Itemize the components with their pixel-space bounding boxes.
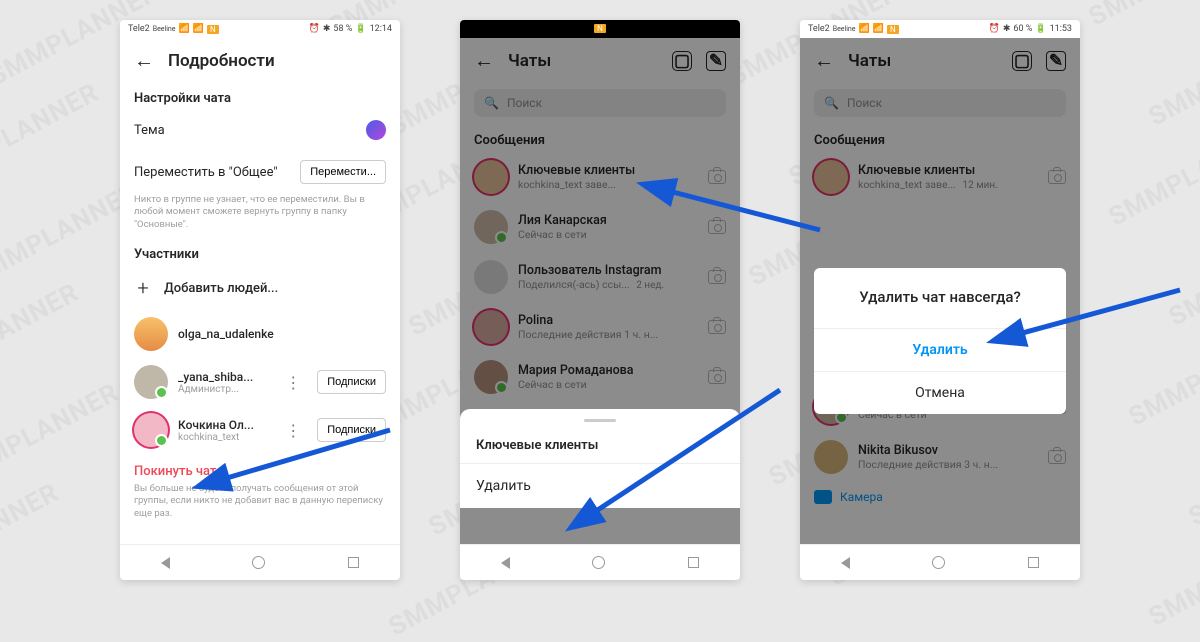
leave-chat-button[interactable]: Покинуть чат xyxy=(120,454,400,483)
nav-home-icon[interactable] xyxy=(932,556,945,569)
battery-label: 58 % xyxy=(333,24,352,34)
nav-home-icon[interactable] xyxy=(252,556,265,569)
bluetooth-icon: ✱ xyxy=(323,24,331,34)
plus-icon: + xyxy=(134,276,152,300)
status-bar: Tele2 Beeline 📶 📶 N ⏰ ✱ 58 % 🔋 12:14 xyxy=(120,20,400,38)
section-members: Участники xyxy=(120,239,400,266)
sim-badge: N xyxy=(887,25,899,34)
subscribe-button[interactable]: Подписки xyxy=(317,418,386,442)
avatar xyxy=(134,365,168,399)
clock-label: 12:14 xyxy=(370,24,392,34)
nav-recent-icon[interactable] xyxy=(1028,557,1039,568)
signal-icon: 📶 xyxy=(859,24,870,34)
phone-details: Tele2 Beeline 📶 📶 N ⏰ ✱ 58 % 🔋 12:14 ← П… xyxy=(120,20,400,580)
nav-recent-icon[interactable] xyxy=(348,557,359,568)
status-bar: N xyxy=(460,20,740,38)
carrier-label: Tele2 xyxy=(128,24,150,34)
member-row[interactable]: Кочкина Ол... kochkina_text ⋮ Подписки xyxy=(120,406,400,454)
avatar xyxy=(134,317,168,351)
sheet-title: Ключевые клиенты xyxy=(460,432,740,464)
move-button[interactable]: Перемести... xyxy=(300,160,386,184)
nav-recent-icon[interactable] xyxy=(688,557,699,568)
wifi-icon: 📶 xyxy=(193,24,204,34)
member-row[interactable]: _yana_shiba... Администр... ⋮ Подписки xyxy=(120,358,400,406)
sheet-delete-option[interactable]: Удалить xyxy=(460,464,740,508)
theme-color-icon xyxy=(366,120,386,140)
dialog-delete-button[interactable]: Удалить xyxy=(814,328,1066,371)
dialog-cancel-button[interactable]: Отмена xyxy=(814,371,1066,414)
more-icon[interactable]: ⋮ xyxy=(279,373,307,392)
battery-icon: 🔋 xyxy=(355,24,366,34)
move-help-text: Никто в группе не узнает, что ее перемес… xyxy=(120,194,400,239)
subscribe-button[interactable]: Подписки xyxy=(317,370,386,394)
sim-badge: N xyxy=(207,25,219,34)
page-title: Подробности xyxy=(168,51,275,71)
section-chat-settings: Настройки чата xyxy=(120,83,400,110)
phone-chats-sheet: N ← Чаты ▢ ✎ 🔍 Поиск Сообщения Ключевые … xyxy=(460,20,740,580)
battery-icon: 🔋 xyxy=(1035,24,1046,34)
alarm-icon: ⏰ xyxy=(309,24,320,34)
leave-help-text: Вы больше не будете получать сообщения о… xyxy=(120,483,400,528)
avatar xyxy=(134,413,168,447)
wifi-icon: 📶 xyxy=(873,24,884,34)
nav-back-icon[interactable] xyxy=(501,557,510,569)
sim-badge: N xyxy=(594,24,606,33)
alarm-icon: ⏰ xyxy=(989,24,1000,34)
bottom-sheet: Ключевые клиенты Удалить xyxy=(460,409,740,508)
nav-back-icon[interactable] xyxy=(841,557,850,569)
add-people-row[interactable]: + Добавить людей... xyxy=(120,266,400,310)
confirm-dialog: Удалить чат навсегда? Удалить Отмена xyxy=(814,268,1066,414)
sheet-handle[interactable] xyxy=(584,419,616,422)
dialog-title: Удалить чат навсегда? xyxy=(814,268,1066,328)
nav-back-icon[interactable] xyxy=(161,557,170,569)
more-icon[interactable]: ⋮ xyxy=(279,421,307,440)
android-navbar xyxy=(460,544,740,580)
member-row[interactable]: olga_na_udalenke xyxy=(120,310,400,358)
android-navbar xyxy=(800,544,1080,580)
nav-home-icon[interactable] xyxy=(592,556,605,569)
theme-row[interactable]: Тема xyxy=(120,110,400,150)
signal-icon: 📶 xyxy=(179,24,190,34)
move-row: Переместить в "Общее" Перемести... xyxy=(120,150,400,194)
bluetooth-icon: ✱ xyxy=(1003,24,1011,34)
back-icon[interactable]: ← xyxy=(134,48,154,73)
phone-confirm-dialog: Tele2 Beeline 📶 📶 N ⏰ ✱ 60 % 🔋 11:53 ← Ч… xyxy=(800,20,1080,580)
android-navbar xyxy=(120,544,400,580)
status-bar: Tele2 Beeline 📶 📶 N ⏰ ✱ 60 % 🔋 11:53 xyxy=(800,20,1080,38)
